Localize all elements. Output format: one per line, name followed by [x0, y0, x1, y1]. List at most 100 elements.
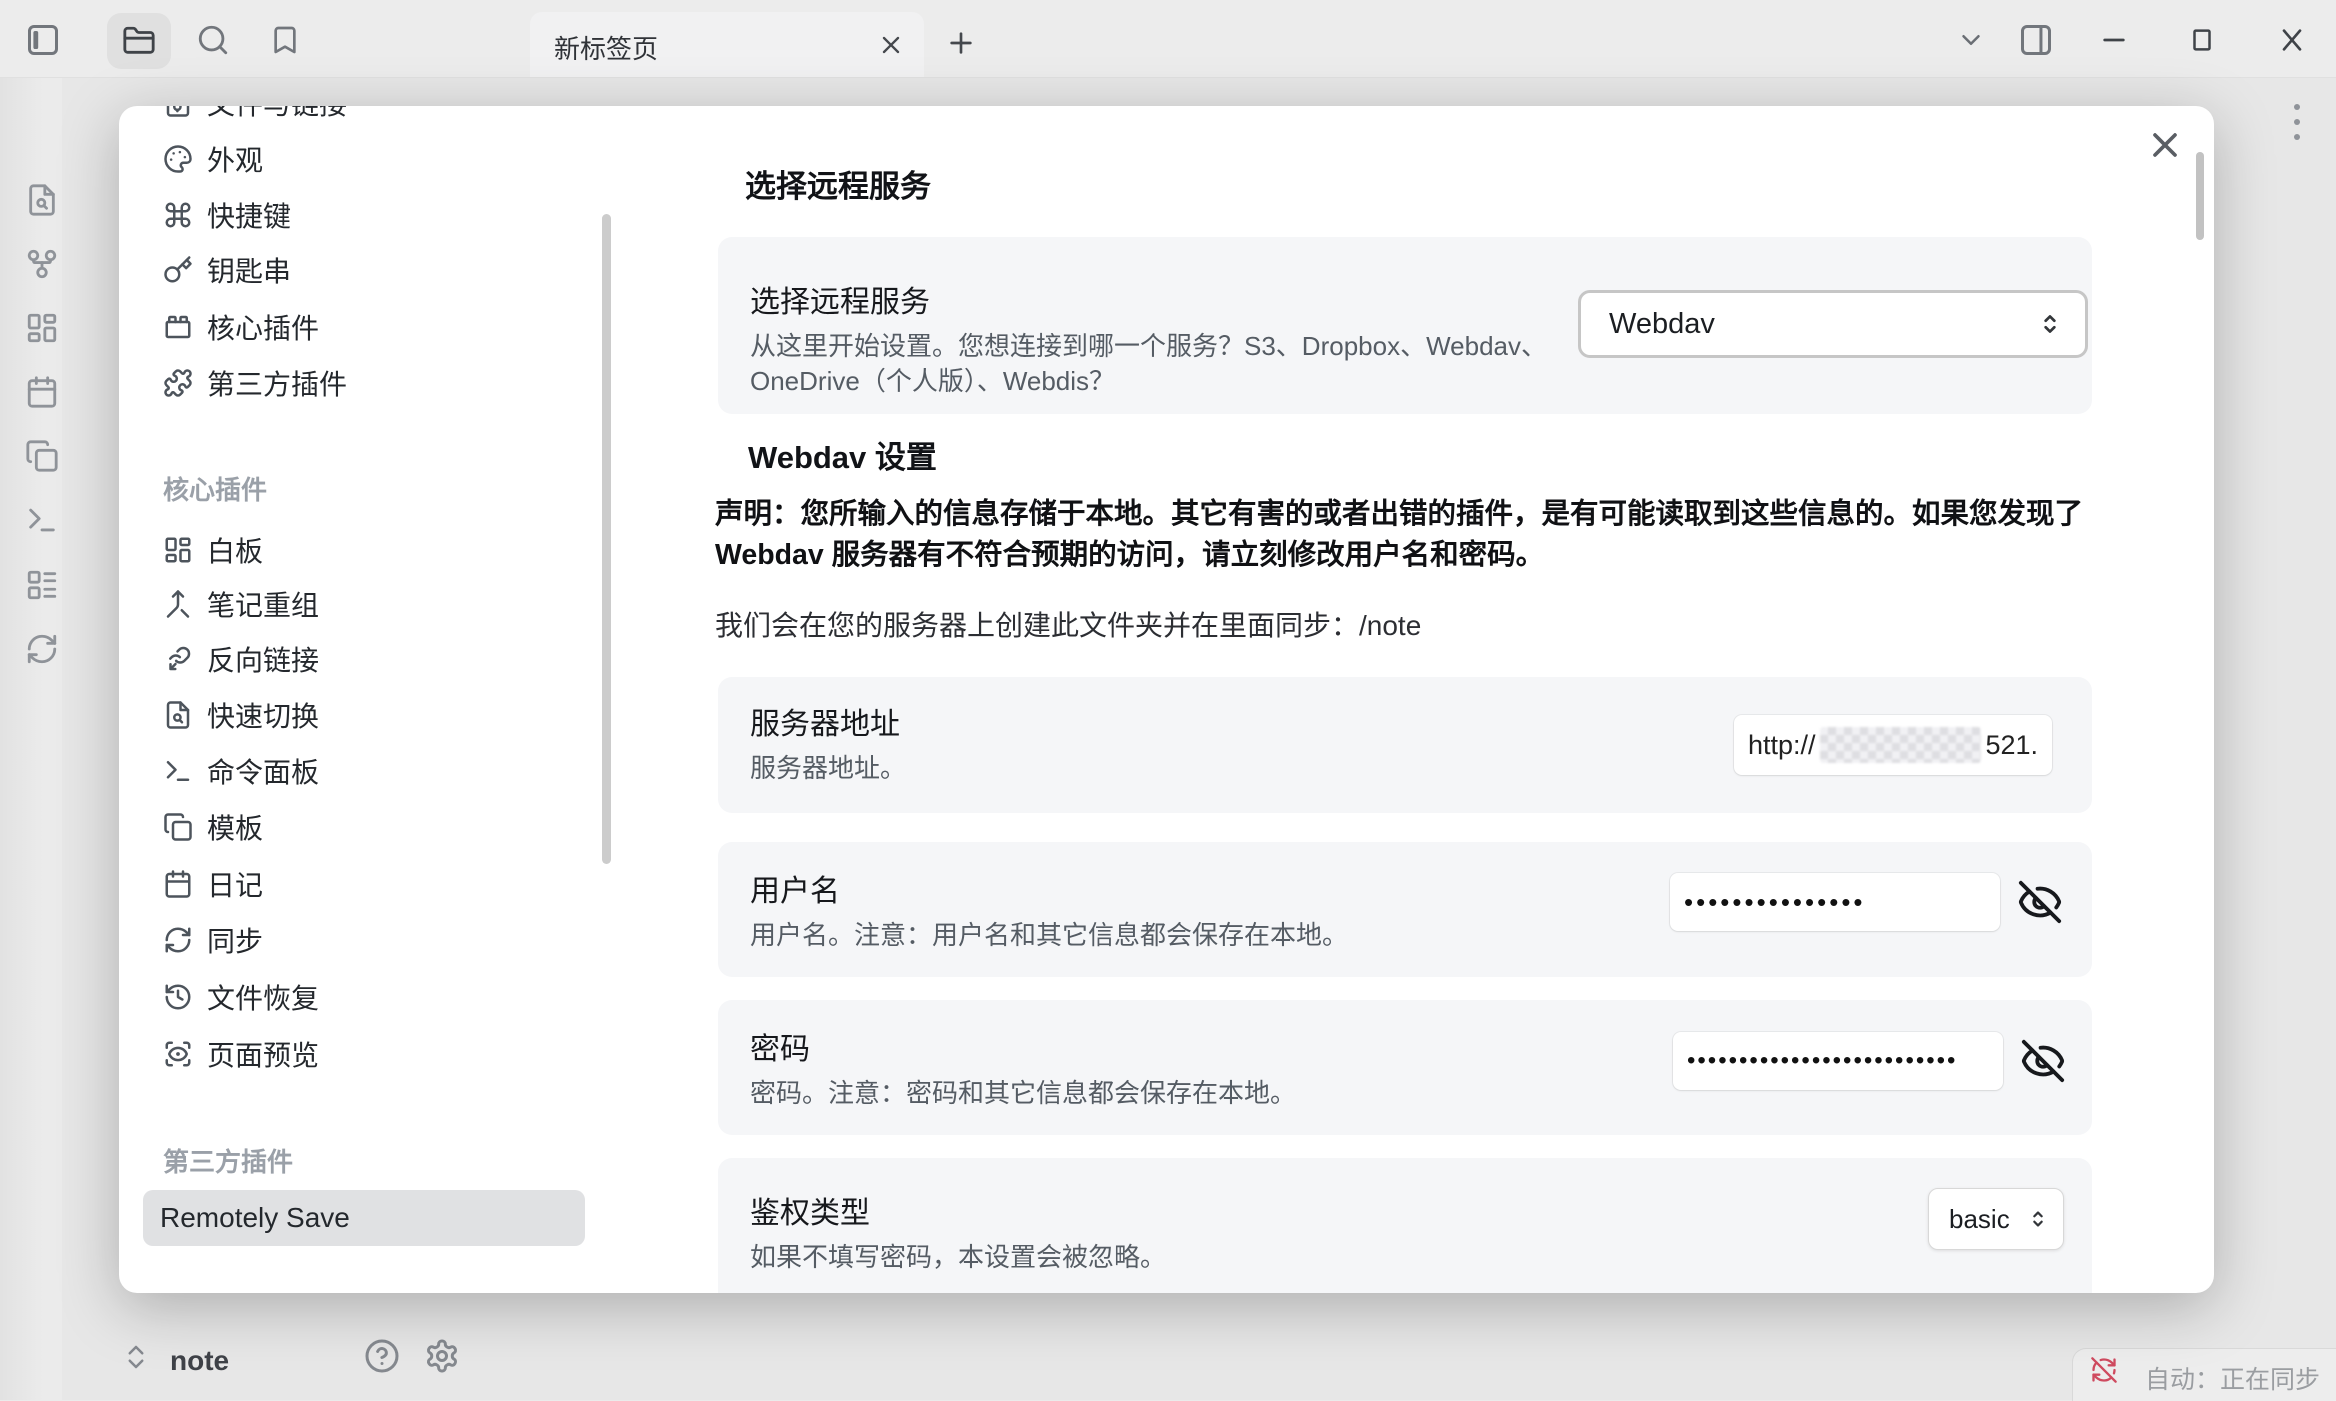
masked-password: ••••••••••••••••••••••••••: [1687, 1047, 1957, 1075]
auth-type-value: basic: [1949, 1204, 2010, 1235]
webdav-heading: Webdav 设置: [748, 432, 937, 477]
left-ribbon: [0, 78, 62, 1400]
username-input[interactable]: •••••••••••••••: [1670, 873, 2000, 931]
nav-item-sync[interactable]: 同步: [143, 918, 588, 962]
setting-desc: 密码。注意：密码和其它信息都会保存在本地。: [750, 1076, 1296, 1111]
nav-header-core-plugins: 核心插件: [163, 472, 267, 504]
service-select[interactable]: Webdav: [1578, 290, 2088, 358]
window-maximize-icon[interactable]: [2187, 25, 2217, 55]
nav-label: 反向链接: [207, 639, 319, 679]
nav-item-backlinks[interactable]: 反向链接: [143, 637, 588, 681]
setting-username: 用户名 用户名。注意：用户名和其它信息都会保存在本地。 ••••••••••••…: [718, 842, 2092, 977]
setting-desc: 用户名。注意：用户名和其它信息都会保存在本地。: [750, 918, 1348, 953]
service-select-value: Webdav: [1609, 308, 1715, 341]
settings-modal: 文件与链接 外观 快捷键 钥匙串 核心插件 第三方插件 核心插件 白: [119, 106, 2214, 1293]
server-address-input[interactable]: http:// 521.: [1734, 715, 2052, 775]
toy-brick-icon: [163, 312, 193, 342]
tab-close-icon[interactable]: [877, 31, 905, 59]
chevrons-up-down-icon: [2027, 1208, 2049, 1230]
redacted-url: [1820, 727, 1982, 763]
history-icon: [163, 982, 193, 1012]
setting-server-address: 服务器地址 服务器地址。 http:// 521.: [718, 677, 2092, 813]
file-search-icon[interactable]: [25, 183, 59, 217]
nav-label: 钥匙串: [207, 250, 291, 290]
nav-item-page-preview[interactable]: 页面预览: [143, 1032, 588, 1076]
panel-right-toggle-icon[interactable]: [2018, 22, 2054, 58]
panel-left-toggle-icon[interactable]: [25, 22, 61, 58]
nav-label: 第三方插件: [207, 363, 347, 403]
nav-label: 快捷键: [207, 195, 291, 235]
command-icon: [163, 200, 193, 230]
nav-item-appearance[interactable]: 外观: [143, 137, 588, 181]
palette-icon: [163, 144, 193, 174]
window-close-icon[interactable]: [2276, 24, 2308, 56]
sync-refresh-icon[interactable]: [25, 632, 59, 666]
canvas-dashboard-icon[interactable]: [25, 311, 59, 345]
layout-list-icon[interactable]: [25, 568, 59, 602]
key-icon: [163, 255, 193, 285]
copy-icon[interactable]: [25, 439, 59, 473]
more-options-icon[interactable]: [2294, 104, 2300, 140]
url-suffix: 521.: [1985, 730, 2038, 761]
puzzle-icon: [163, 368, 193, 398]
tab-list-chevron-icon[interactable]: [1956, 25, 1986, 55]
nav-label: 快速切换: [207, 695, 319, 735]
help-icon[interactable]: [364, 1338, 400, 1374]
setting-name: 用户名: [750, 866, 840, 910]
backlink-icon: [163, 644, 193, 674]
nav-scrollbar[interactable]: [602, 214, 611, 864]
vault-switcher-chevrons-icon[interactable]: [121, 1342, 151, 1372]
graph-fork-icon[interactable]: [25, 247, 59, 281]
nav-item-quick-switcher[interactable]: 快速切换: [143, 693, 588, 737]
nav-item-files-links[interactable]: 文件与链接: [143, 106, 588, 125]
nav-label: 文件恢复: [207, 977, 319, 1017]
setting-name: 选择远程服务: [750, 277, 930, 321]
auth-type-select[interactable]: basic: [1928, 1188, 2064, 1250]
terminal-icon[interactable]: [25, 503, 59, 537]
titlebar: 新标签页: [0, 0, 2336, 78]
nav-header-community-plugins: 第三方插件: [163, 1144, 293, 1176]
merge-icon: [163, 589, 193, 619]
search-icon[interactable]: [196, 23, 230, 57]
setting-desc: 如果不填写密码，本设置会被忽略。: [750, 1240, 1166, 1275]
settings-gear-icon[interactable]: [424, 1338, 460, 1374]
eye-off-icon[interactable]: [2020, 1038, 2066, 1084]
nav-item-note-composer[interactable]: 笔记重组: [143, 582, 588, 626]
nav-label: 白板: [207, 530, 263, 570]
modal-close-icon[interactable]: [2145, 125, 2185, 165]
setting-password: 密码 密码。注意：密码和其它信息都会保存在本地。 •••••••••••••••…: [718, 1000, 2092, 1135]
copy-icon: [163, 812, 193, 842]
nav-label: 页面预览: [207, 1034, 319, 1074]
nav-item-community-plugins[interactable]: 第三方插件: [143, 361, 588, 405]
tab-new-tab[interactable]: 新标签页: [530, 12, 924, 77]
sync-status-text[interactable]: 自动：正在同步: [2145, 1360, 2320, 1396]
window-minimize-icon[interactable]: [2098, 24, 2130, 56]
nav-item-remotely-save[interactable]: Remotely Save: [143, 1190, 585, 1246]
nav-item-templates[interactable]: 模板: [143, 805, 588, 849]
file-search-icon: [163, 700, 193, 730]
nav-label: 外观: [207, 139, 263, 179]
nav-item-daily-notes[interactable]: 日记: [143, 862, 588, 906]
password-input[interactable]: ••••••••••••••••••••••••••: [1673, 1032, 2003, 1090]
vault-name[interactable]: note: [170, 1345, 229, 1377]
nav-item-file-recovery[interactable]: 文件恢复: [143, 975, 588, 1019]
calendar-icon: [163, 869, 193, 899]
bookmark-icon[interactable]: [269, 24, 301, 56]
nav-label: 日记: [207, 864, 263, 904]
nav-item-command-palette[interactable]: 命令面板: [143, 749, 588, 793]
eye-off-icon[interactable]: [2017, 879, 2063, 925]
setting-auth-type: 鉴权类型 如果不填写密码，本设置会被忽略。 basic: [718, 1158, 2092, 1293]
sync-off-icon[interactable]: [2090, 1356, 2118, 1384]
setting-name: 鉴权类型: [750, 1188, 870, 1232]
setting-name: 服务器地址: [750, 699, 900, 743]
vault-folder-button[interactable]: [107, 13, 171, 69]
section-title: 选择远程服务: [745, 161, 931, 206]
nav-item-keychain[interactable]: 钥匙串: [143, 248, 588, 292]
calendar-icon[interactable]: [25, 375, 59, 409]
new-tab-plus-icon[interactable]: [945, 27, 977, 59]
content-scrollbar[interactable]: [2196, 152, 2204, 240]
nav-item-hotkeys[interactable]: 快捷键: [143, 193, 588, 237]
nav-item-canvas[interactable]: 白板: [143, 528, 588, 572]
nav-item-core-plugins[interactable]: 核心插件: [143, 305, 588, 349]
nav-label: 模板: [207, 807, 263, 847]
